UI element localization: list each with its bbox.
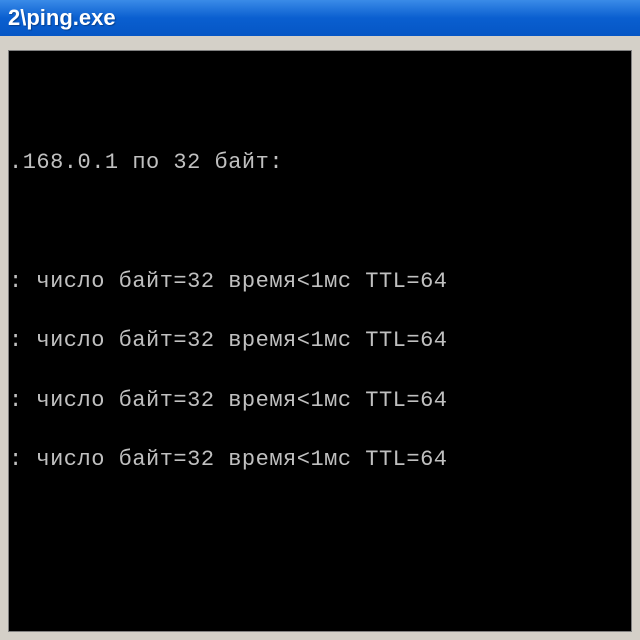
ping-header: .168.0.1 по 32 байт: bbox=[9, 148, 631, 178]
titlebar[interactable]: 2\ping.exe bbox=[0, 0, 640, 36]
ping-reply-line: : число байт=32 время<1мс TTL=64 bbox=[9, 386, 631, 416]
console-blank bbox=[9, 89, 631, 119]
window-title: 2\ping.exe bbox=[8, 5, 116, 31]
ping-reply-line: : число байт=32 время<1мс TTL=64 bbox=[9, 326, 631, 356]
window: 2\ping.exe .168.0.1 по 32 байт: : число … bbox=[0, 0, 640, 640]
console-frame: .168.0.1 по 32 байт: : число байт=32 вре… bbox=[0, 36, 640, 640]
ping-reply-line: : число байт=32 время<1мс TTL=64 bbox=[9, 445, 631, 475]
console-output: .168.0.1 по 32 байт: : число байт=32 вре… bbox=[8, 50, 632, 632]
console-blank bbox=[9, 207, 631, 237]
ping-reply-line: : число байт=32 время<1мс TTL=64 bbox=[9, 267, 631, 297]
